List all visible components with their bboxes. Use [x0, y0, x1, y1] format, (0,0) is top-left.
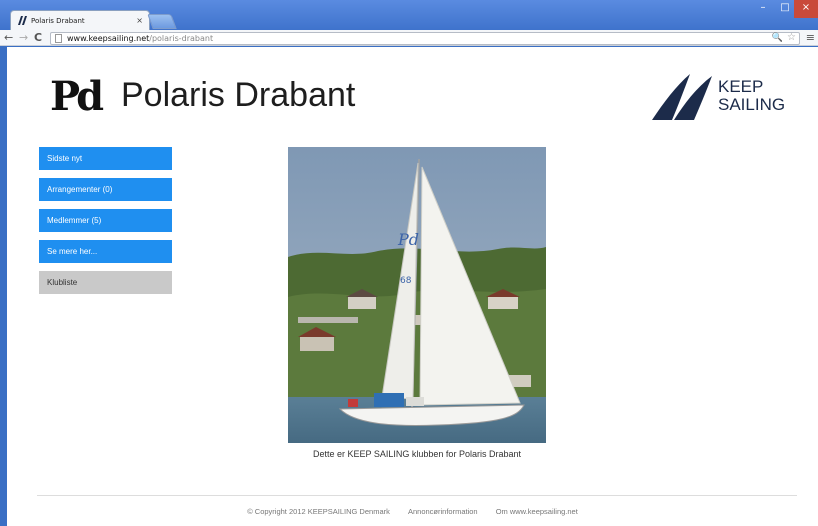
- footer-divider: [37, 495, 797, 496]
- page-title: Polaris Drabant: [121, 76, 356, 114]
- footer-about-link[interactable]: Om www.keepsailing.net: [496, 507, 578, 516]
- sail-number-text: 68: [400, 276, 412, 286]
- sailboat-illustration: Pd 68: [288, 147, 546, 443]
- url-path: /polaris-drabant: [149, 34, 214, 43]
- browser-titlebar: Polaris Drabant × – □ ×: [0, 0, 818, 31]
- page-footer: © Copyright 2012 KEEPSAILING Denmark Ann…: [7, 507, 818, 516]
- sail-logo-icon: [652, 74, 712, 120]
- new-tab-button[interactable]: [147, 14, 177, 29]
- keep-sailing-wordmark: KEEP SAILING: [718, 78, 785, 114]
- sidebar-item-se-mere[interactable]: Se mere her...: [39, 240, 172, 263]
- page-icon: [55, 34, 62, 43]
- tab-title: Polaris Drabant: [31, 17, 85, 25]
- forward-arrow-icon[interactable]: →: [19, 31, 28, 44]
- sidebar-item-klubliste[interactable]: Klubliste: [39, 271, 172, 294]
- tab-close-icon[interactable]: ×: [136, 16, 143, 25]
- address-bar[interactable]: www.keepsailing.net/polaris-drabant 🔍 ☆: [50, 32, 800, 45]
- sidebar-item-sidste-nyt[interactable]: Sidste nyt: [39, 147, 172, 170]
- browser-tab[interactable]: Polaris Drabant ×: [10, 10, 150, 31]
- window-close-button[interactable]: ×: [794, 0, 818, 18]
- zoom-icon[interactable]: 🔍: [772, 33, 783, 44]
- sidebar-nav: Sidste nyt Arrangementer (0) Medlemmer (…: [39, 147, 172, 302]
- brand-line-1: KEEP: [718, 77, 764, 96]
- page-content: Pd Polaris Drabant KEEP SAILING Sidste n…: [7, 47, 818, 526]
- brand-line-2: SAILING: [718, 95, 786, 114]
- browser-menu-icon[interactable]: ≡: [806, 31, 815, 44]
- sailboat-photo: Pd 68: [288, 147, 546, 443]
- footer-copyright: © Copyright 2012 KEEPSAILING Denmark: [247, 507, 390, 516]
- keep-sailing-logo[interactable]: KEEP SAILING: [650, 72, 800, 122]
- keepsailing-favicon-icon: [18, 16, 27, 25]
- sidebar-item-arrangementer[interactable]: Arrangementer (0): [39, 178, 172, 201]
- browser-toolbar: ← → C www.keepsailing.net/polaris-draban…: [0, 30, 818, 46]
- url-host: www.keepsailing.net: [67, 34, 150, 43]
- back-arrow-icon[interactable]: ←: [4, 31, 13, 44]
- sail-logo-text: Pd: [397, 230, 419, 249]
- sidebar-item-medlemmer[interactable]: Medlemmer (5): [39, 209, 172, 232]
- reload-icon[interactable]: C: [34, 31, 42, 44]
- photo-caption: Dette er KEEP SAILING klubben for Polari…: [313, 449, 521, 459]
- window-maximize-button[interactable]: □: [774, 0, 796, 18]
- polaris-drabant-logo: Pd: [50, 73, 104, 120]
- bookmark-star-icon[interactable]: ☆: [787, 32, 796, 43]
- window-minimize-button[interactable]: –: [752, 0, 774, 18]
- footer-ads-link[interactable]: Annoncørinformation: [408, 507, 478, 516]
